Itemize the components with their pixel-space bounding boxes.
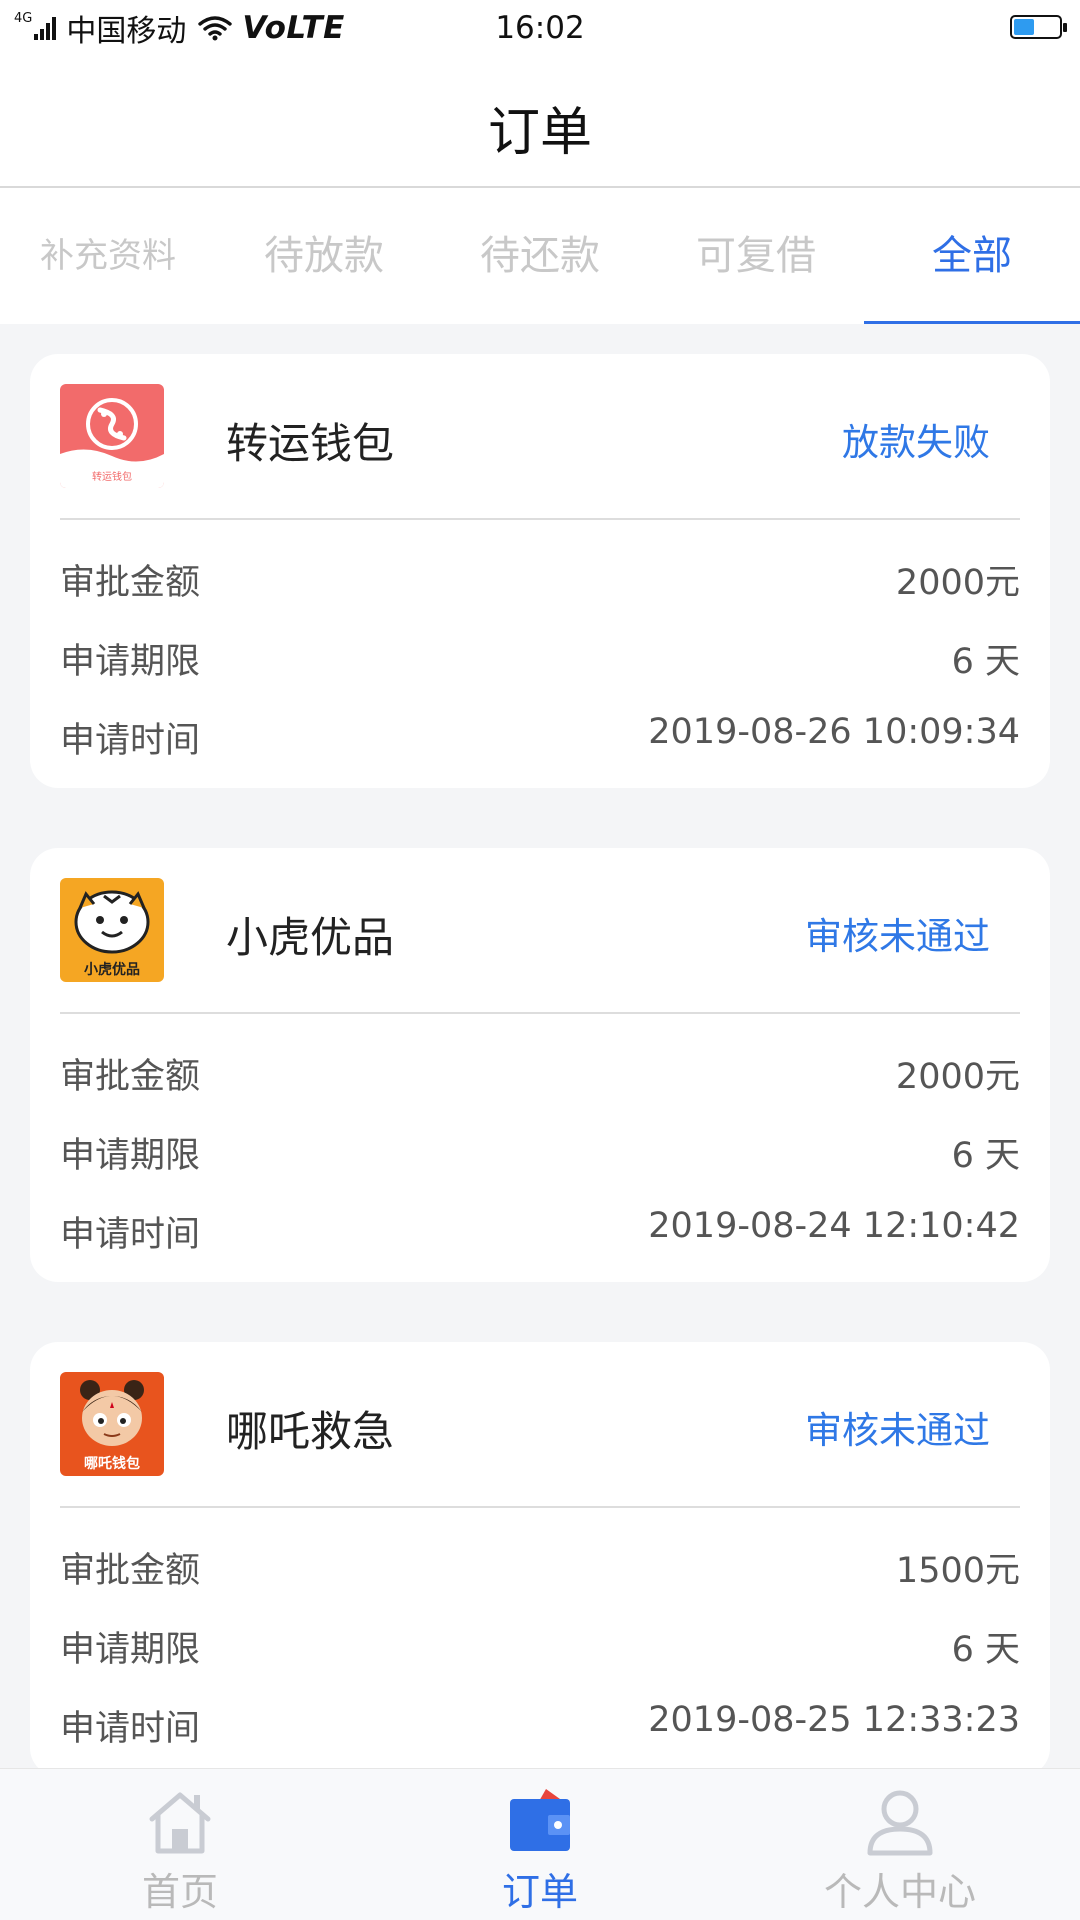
- tab-pending-repay[interactable]: 待还款: [432, 188, 648, 324]
- battery-level: [1014, 19, 1034, 35]
- app-logo-xiaohu: 小虎优品: [60, 878, 164, 982]
- home-icon: [149, 1792, 211, 1854]
- app-name: 哪吒救急: [226, 1407, 395, 1456]
- term-label: 申请期限: [60, 642, 201, 682]
- order-card-header: 转运钱包 转运钱包 放款失败: [60, 384, 1020, 490]
- order-status: 审核未通过: [805, 915, 990, 958]
- amount-value: 2000元: [895, 1057, 1020, 1097]
- nezha-logo-icon: 哪吒钱包: [60, 1372, 164, 1476]
- title-bar: 订单: [0, 56, 1080, 188]
- tab-reborrow[interactable]: 可复借: [648, 188, 864, 324]
- time-row: 申请时间 2019-08-26 10:09:34: [60, 712, 1020, 762]
- amount-label: 审批金额: [60, 1551, 201, 1591]
- nav-label: 个人中心: [823, 1870, 976, 1914]
- nav-profile[interactable]: 个人中心: [720, 1769, 1080, 1920]
- order-status: 审核未通过: [805, 1409, 990, 1452]
- tab-label: 全部: [932, 233, 1012, 279]
- order-list: 转运钱包 转运钱包 放款失败 审批金额 2000元 申请期限 6 天 申请时间 …: [30, 354, 1050, 1836]
- time-value: 2019-08-25 12:33:23: [648, 1700, 1020, 1740]
- amount-label: 审批金额: [60, 563, 201, 603]
- order-card[interactable]: 小虎优品 小虎优品 审核未通过 审批金额 2000元 申请期限 6 天 申请时间…: [30, 848, 1050, 1282]
- term-value: 6 天: [951, 642, 1020, 682]
- logo-caption: 小虎优品: [84, 961, 140, 978]
- tab-label: 补充资料: [40, 236, 176, 276]
- order-tabs: 补充资料 待放款 待还款 可复借 全部: [0, 188, 1080, 324]
- time-value: 2019-08-24 12:10:42: [648, 1206, 1020, 1246]
- time-row: 申请时间 2019-08-24 12:10:42: [60, 1206, 1020, 1256]
- amount-row: 审批金额 2000元: [60, 1048, 1020, 1098]
- time-label: 申请时间: [60, 721, 201, 761]
- logo-caption: 转运钱包: [92, 470, 132, 483]
- order-card-header: 哪吒钱包 哪吒救急 审核未通过: [60, 1372, 1020, 1478]
- page-title: 订单: [487, 103, 592, 163]
- order-card[interactable]: 哪吒钱包 哪吒救急 审核未通过 审批金额 1500元 申请期限 6 天 申请时间…: [30, 1342, 1050, 1776]
- order-card[interactable]: 转运钱包 转运钱包 放款失败 审批金额 2000元 申请期限 6 天 申请时间 …: [30, 354, 1050, 788]
- time-label: 申请时间: [60, 1709, 201, 1749]
- amount-label: 审批金额: [60, 1057, 201, 1097]
- status-bar: 4G 中国移动 VoLTE 16:02: [0, 0, 1080, 56]
- tiger-logo-icon: 小虎优品: [60, 878, 164, 982]
- term-row: 申请期限 6 天: [60, 1621, 1020, 1671]
- app-logo-nezha: 哪吒钱包: [60, 1372, 164, 1476]
- card-divider: [60, 1506, 1020, 1508]
- card-divider: [60, 1012, 1020, 1014]
- logo-caption: 哪吒钱包: [84, 1455, 140, 1472]
- card-divider: [60, 518, 1020, 520]
- tab-pending-loan[interactable]: 待放款: [216, 188, 432, 324]
- term-label: 申请期限: [60, 1630, 201, 1670]
- battery-icon: [1010, 15, 1067, 39]
- tab-label: 可复借: [696, 233, 816, 279]
- amount-value: 1500元: [895, 1551, 1020, 1591]
- koi-logo-icon: 转运钱包: [60, 384, 164, 488]
- app-name: 小虎优品: [226, 913, 395, 962]
- amount-row: 审批金额 2000元: [60, 554, 1020, 604]
- term-value: 6 天: [951, 1136, 1020, 1176]
- time-label: 申请时间: [60, 1215, 201, 1255]
- term-label: 申请期限: [60, 1136, 201, 1176]
- tab-supplement-info[interactable]: 补充资料: [0, 188, 216, 324]
- term-row: 申请期限 6 天: [60, 633, 1020, 683]
- tab-label: 待还款: [480, 233, 600, 279]
- term-row: 申请期限 6 天: [60, 1127, 1020, 1177]
- app-logo-zhuanyun: 转运钱包: [60, 384, 164, 488]
- order-status: 放款失败: [842, 421, 990, 464]
- wallet-icon: [510, 1789, 570, 1851]
- tab-label: 待放款: [264, 233, 384, 279]
- order-card-header: 小虎优品 小虎优品 审核未通过: [60, 878, 1020, 984]
- nav-orders[interactable]: 订单: [360, 1769, 720, 1920]
- bottom-nav: 首页 订单 个人中心: [0, 1768, 1080, 1920]
- active-tab-indicator: [864, 321, 1080, 324]
- app-root: 4G 中国移动 VoLTE 16:02 订单 补充资料 待放款 待还款 可复借 …: [0, 0, 1080, 1920]
- nav-home[interactable]: 首页: [0, 1769, 360, 1920]
- amount-value: 2000元: [895, 563, 1020, 603]
- time-row: 申请时间 2019-08-25 12:33:23: [60, 1700, 1020, 1750]
- app-name: 转运钱包: [226, 419, 395, 468]
- status-time: 16:02: [495, 10, 585, 46]
- nav-label: 首页: [141, 1870, 218, 1914]
- tab-all[interactable]: 全部: [864, 188, 1080, 324]
- time-value: 2019-08-26 10:09:34: [648, 712, 1020, 752]
- nav-label: 订单: [501, 1870, 578, 1914]
- user-icon: [867, 1790, 933, 1856]
- amount-row: 审批金额 1500元: [60, 1542, 1020, 1592]
- term-value: 6 天: [951, 1630, 1020, 1670]
